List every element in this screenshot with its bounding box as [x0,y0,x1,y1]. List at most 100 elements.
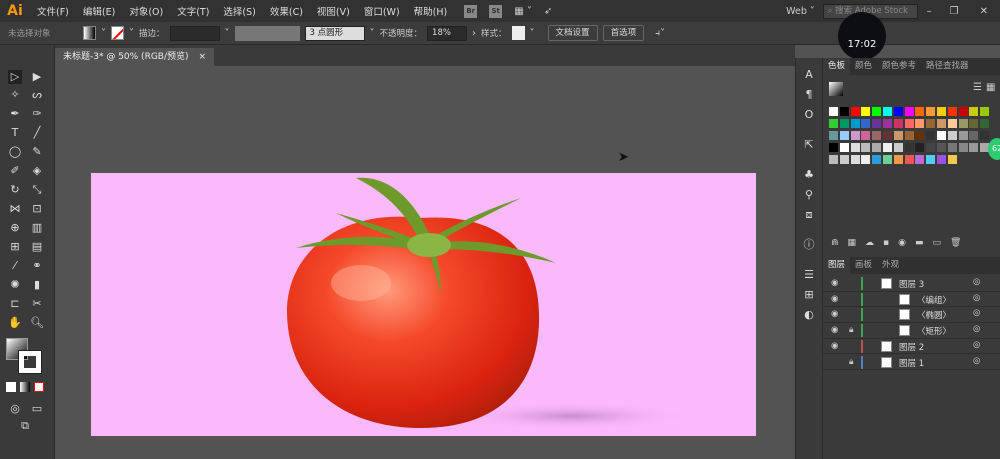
document-setup-button[interactable]: 文档设置 [547,25,598,41]
stroke-weight-input[interactable] [169,25,220,41]
document-tab[interactable]: 未标题-3* @ 50% (RGB/预览) × [55,48,215,66]
lasso-icon[interactable]: ᔕ [30,88,44,102]
arrange-icon[interactable]: ▦ ˅ [514,6,532,17]
swatch[interactable] [850,155,860,164]
graph-tool-icon[interactable]: ▮ [30,278,44,292]
target-icon[interactable]: ◎ [973,293,980,303]
swatch[interactable] [915,107,925,116]
target-icon[interactable]: ◎ [973,277,980,287]
swatch[interactable] [893,131,903,140]
menu-object[interactable]: 对象(O) [122,4,170,18]
export-panel-icon[interactable]: ⇱ [802,138,816,152]
target-icon[interactable]: ◎ [973,324,980,334]
menu-edit[interactable]: 编辑(E) [76,4,122,18]
swatch[interactable] [915,131,925,140]
swatch[interactable] [958,131,968,140]
stroke-swatch[interactable] [111,26,124,40]
visibility-eye-icon[interactable]: ◉ [831,325,838,335]
tab-color-guide[interactable]: 颜色参考 [877,58,921,75]
align-panel-icon[interactable]: ☰ [802,268,816,282]
swatch[interactable] [969,107,979,116]
magic-wand-icon[interactable]: ✧ [8,88,22,102]
swatch[interactable] [904,131,914,140]
swatch[interactable] [893,143,903,152]
swatch[interactable] [872,119,882,128]
none-mode-icon[interactable] [34,382,44,392]
gpu-icon[interactable]: ➶ [544,6,552,17]
gradient-tool-icon[interactable]: ▤ [30,240,44,254]
swatch[interactable] [872,155,882,164]
swatch[interactable] [904,155,914,164]
swatch[interactable] [947,155,957,164]
current-fill-swatch[interactable] [829,82,843,96]
menu-window[interactable]: 窗口(W) [357,4,407,18]
artboard[interactable] [90,172,757,437]
draw-mode-icon[interactable]: ◎ [8,402,22,416]
color-mode-icon[interactable] [6,382,16,392]
swatch[interactable] [926,107,936,116]
gradient-mode-icon[interactable] [20,382,30,392]
zoom-tool-icon[interactable]: 🔍︎ [30,316,44,330]
opacity-input[interactable]: 18% [427,25,468,41]
preferences-button[interactable]: 首选项 [602,25,645,41]
swatch[interactable] [861,119,871,128]
swatch[interactable] [883,119,892,128]
stock-icon[interactable]: St [489,4,503,18]
swatch[interactable] [969,143,979,152]
swatch[interactable] [883,131,892,140]
opacity-arrow[interactable]: › [472,28,476,39]
fill-swatch[interactable] [83,26,96,40]
swatch[interactable] [872,131,882,140]
opentype-panel-icon[interactable]: O [802,108,816,122]
swatch[interactable] [926,131,936,140]
tab-appearance[interactable]: 外观 [877,257,904,274]
shape-builder-icon[interactable]: ⊕ [8,221,22,235]
target-icon[interactable]: ◎ [973,356,980,366]
rotate-tool-icon[interactable]: ↻ [8,183,22,197]
swatch[interactable] [980,131,990,140]
swatch[interactable] [829,131,838,140]
swatch[interactable] [839,143,849,152]
fill-dropdown-icon[interactable]: ˅ [101,28,106,39]
swatch[interactable] [883,155,892,164]
visibility-eye-icon[interactable]: ◉ [831,294,838,304]
tab-pathfinder[interactable]: 路径查找器 [921,58,974,75]
swatch[interactable] [904,119,914,128]
eyedropper-icon[interactable]: ⁄ [8,259,22,273]
menu-help[interactable]: 帮助(H) [407,4,455,18]
lock-icon[interactable]: 🔒︎ [849,325,854,335]
swatch[interactable] [829,107,838,116]
workspace-switcher[interactable]: Web ˅ [786,6,815,17]
swatch[interactable] [839,119,849,128]
type-tool-icon[interactable]: T [8,126,22,140]
swatch[interactable] [883,143,892,152]
width-tool-icon[interactable]: ⋈ [8,202,22,216]
close-tab-icon[interactable]: × [199,48,207,66]
mesh-tool-icon[interactable]: ⊞ [8,240,22,254]
swatch[interactable] [947,119,957,128]
swatch[interactable] [861,155,871,164]
swatch[interactable] [937,155,946,164]
layer-row[interactable]: 🔒︎ 图层 1 ◎ [823,355,1000,370]
swatch[interactable] [861,107,871,116]
swatch[interactable] [839,131,849,140]
visibility-eye-icon[interactable]: ◉ [831,341,838,351]
layer-row[interactable]: ◉ 〈椭圆〉 ◎ [823,307,1000,323]
align-icon[interactable]: ⫞˅ [655,28,665,39]
symbol-sprayer-icon[interactable]: ✺ [8,278,22,292]
edit-toolbar-icon[interactable]: ⧉ [18,419,32,433]
menu-view[interactable]: 视图(V) [310,4,357,18]
swatch[interactable] [904,107,914,116]
swatch-footer-icons[interactable]: ⋒▦☁▪◉▬▭🗑 [831,238,970,248]
direct-selection-tool-icon[interactable]: ▶ [30,70,44,84]
swatch[interactable] [926,119,936,128]
style-swatch[interactable] [511,26,525,40]
visibility-eye-icon[interactable]: ◉ [831,309,838,319]
line-tool-icon[interactable]: ╱ [30,126,44,140]
selection-tool-icon[interactable]: ▷ [8,70,22,84]
tab-color[interactable]: 颜色 [850,58,877,75]
swatch[interactable] [829,143,838,152]
screen-mode-icon[interactable]: ▭ [30,402,44,416]
swatch[interactable] [958,143,968,152]
grid-view-icon[interactable]: ▦ [986,82,995,93]
